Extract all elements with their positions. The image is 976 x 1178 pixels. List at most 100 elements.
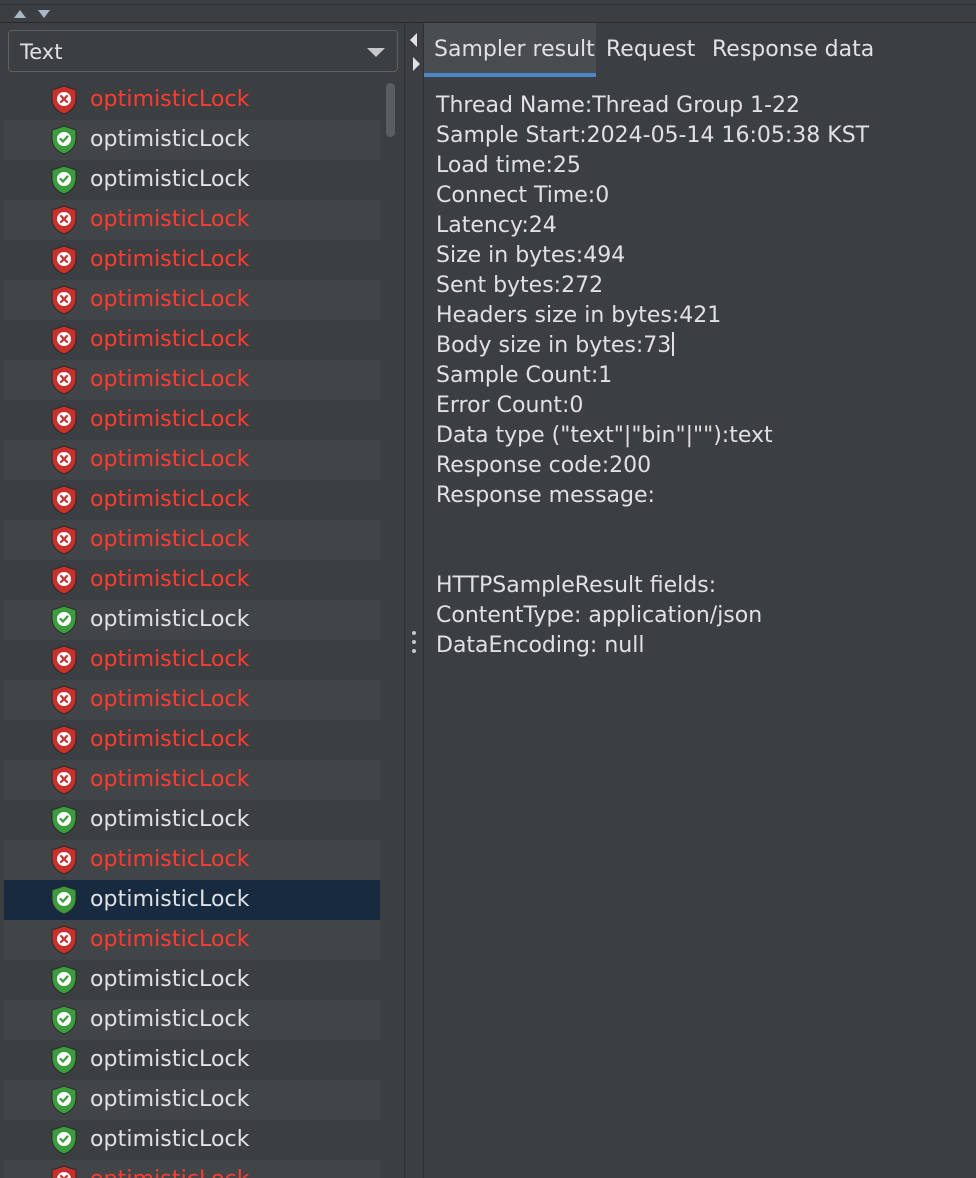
shield-x-icon — [51, 245, 77, 275]
result-row[interactable]: optimisticLock — [4, 160, 380, 200]
shield-check-icon — [51, 1045, 77, 1075]
result-row-label: optimisticLock — [90, 567, 250, 592]
result-row-label: optimisticLock — [90, 967, 250, 992]
shield-check-icon — [51, 1125, 77, 1155]
result-row[interactable]: optimisticLock — [4, 1000, 380, 1040]
result-row-label: optimisticLock — [90, 727, 250, 752]
split-pane-divider[interactable] — [404, 23, 424, 1178]
result-row[interactable]: optimisticLock — [4, 1160, 380, 1178]
shield-x-icon — [51, 725, 77, 755]
sampler-result-line: Response code:200 — [436, 453, 652, 478]
chevron-down-icon[interactable] — [367, 48, 385, 57]
sampler-result-line: Sample Start:2024-05-14 16:05:38 KST — [436, 123, 870, 148]
shield-x-icon — [51, 285, 77, 315]
result-row-label: optimisticLock — [90, 287, 250, 312]
result-row[interactable]: optimisticLock — [4, 280, 380, 320]
tab-sampler-result[interactable]: Sampler result — [424, 23, 596, 77]
result-row-label: optimisticLock — [90, 687, 250, 712]
sampler-result-line: Load time:25 — [436, 153, 581, 178]
collapse-up-icon[interactable] — [14, 10, 26, 18]
result-row[interactable]: optimisticLock — [4, 1120, 380, 1160]
result-row[interactable]: optimisticLock — [4, 880, 380, 920]
result-row-label: optimisticLock — [90, 847, 250, 872]
sampler-result-line — [436, 511, 966, 541]
sampler-result-line — [436, 541, 966, 571]
result-row[interactable]: optimisticLock — [4, 560, 380, 600]
result-row[interactable]: optimisticLock — [4, 640, 380, 680]
sampler-result-line: Data type ("text"|"bin"|""):text — [436, 423, 773, 448]
scrollbar-thumb[interactable] — [386, 83, 395, 137]
result-row-label: optimisticLock — [90, 447, 250, 472]
sampler-result-line: Body size in bytes:73 — [436, 331, 966, 361]
result-row[interactable]: optimisticLock — [4, 760, 380, 800]
shield-check-icon — [51, 805, 77, 835]
result-row[interactable]: optimisticLock — [4, 800, 380, 840]
sampler-result-text[interactable]: Thread Name:Thread Group 1-22 Sample Star… — [436, 91, 966, 661]
result-row-label: optimisticLock — [90, 1127, 250, 1152]
result-row[interactable]: optimisticLock — [4, 400, 380, 440]
sampler-result-line: Size in bytes:494 — [436, 243, 626, 268]
result-row-label: optimisticLock — [90, 1007, 250, 1032]
shield-x-icon — [51, 925, 77, 955]
shield-x-icon — [51, 365, 77, 395]
sampler-result-line: DataEncoding: null — [436, 633, 645, 658]
result-row-label: optimisticLock — [90, 1167, 250, 1178]
result-row-label: optimisticLock — [90, 647, 250, 672]
result-row-label: optimisticLock — [90, 607, 250, 632]
result-row-label: optimisticLock — [90, 407, 250, 432]
drag-handle-icon[interactable] — [412, 631, 416, 658]
sampler-result-line: Sample Count:1 — [436, 363, 613, 388]
result-row-label: optimisticLock — [90, 167, 250, 192]
text-cursor — [672, 332, 675, 356]
detail-panel: Sampler result Request Response data Thr… — [424, 23, 976, 1178]
result-row[interactable]: optimisticLock — [4, 520, 380, 560]
sampler-result-line: Headers size in bytes:421 — [436, 303, 722, 328]
sampler-result-line: Sent bytes:272 — [436, 273, 604, 298]
shield-check-icon — [51, 885, 77, 915]
sampler-result-line: ContentType: application/json — [436, 603, 763, 628]
shield-check-icon — [51, 965, 77, 995]
result-row-label: optimisticLock — [90, 367, 250, 392]
result-row[interactable]: optimisticLock — [4, 320, 380, 360]
toolbar-divider — [0, 4, 976, 5]
shield-x-icon — [51, 405, 77, 435]
result-row[interactable]: optimisticLock — [4, 840, 380, 880]
result-row[interactable]: optimisticLock — [4, 920, 380, 960]
result-row[interactable]: optimisticLock — [4, 440, 380, 480]
tab-request[interactable]: Request — [606, 23, 702, 77]
result-row[interactable]: optimisticLock — [4, 360, 380, 400]
result-row[interactable]: optimisticLock — [4, 720, 380, 760]
result-row[interactable]: optimisticLock — [4, 1080, 380, 1120]
expand-right-icon[interactable] — [413, 57, 420, 71]
renderer-select[interactable]: Text — [8, 30, 398, 72]
result-row[interactable]: optimisticLock — [4, 600, 380, 640]
shield-x-icon — [51, 765, 77, 795]
shield-check-icon — [51, 1085, 77, 1115]
result-row-label: optimisticLock — [90, 327, 250, 352]
shield-check-icon — [51, 605, 77, 635]
result-row[interactable]: optimisticLock — [4, 1040, 380, 1080]
renderer-select-value: Text — [20, 40, 63, 64]
result-row-label: optimisticLock — [90, 207, 250, 232]
result-row[interactable]: optimisticLock — [4, 680, 380, 720]
result-row-label: optimisticLock — [90, 927, 250, 952]
shield-x-icon — [51, 325, 77, 355]
tab-response-data[interactable]: Response data — [712, 23, 882, 77]
result-row[interactable]: optimisticLock — [4, 480, 380, 520]
result-row[interactable]: optimisticLock — [4, 240, 380, 280]
shield-check-icon — [51, 125, 77, 155]
result-row-label: optimisticLock — [90, 127, 250, 152]
result-list-scrollbar[interactable] — [384, 83, 398, 1178]
result-row[interactable]: optimisticLock — [4, 120, 380, 160]
expand-down-icon[interactable] — [38, 10, 50, 18]
shield-x-icon — [51, 645, 77, 675]
sampler-result-line: Connect Time:0 — [436, 183, 610, 208]
shield-x-icon — [51, 205, 77, 235]
shield-x-icon — [51, 85, 77, 115]
result-row[interactable]: optimisticLock — [4, 200, 380, 240]
sampler-result-line: Thread Name:Thread Group 1-22 — [436, 93, 801, 118]
result-row[interactable]: optimisticLock — [4, 960, 380, 1000]
result-row-label: optimisticLock — [90, 1047, 250, 1072]
result-row[interactable]: optimisticLock — [4, 80, 380, 120]
collapse-left-icon[interactable] — [410, 33, 417, 47]
